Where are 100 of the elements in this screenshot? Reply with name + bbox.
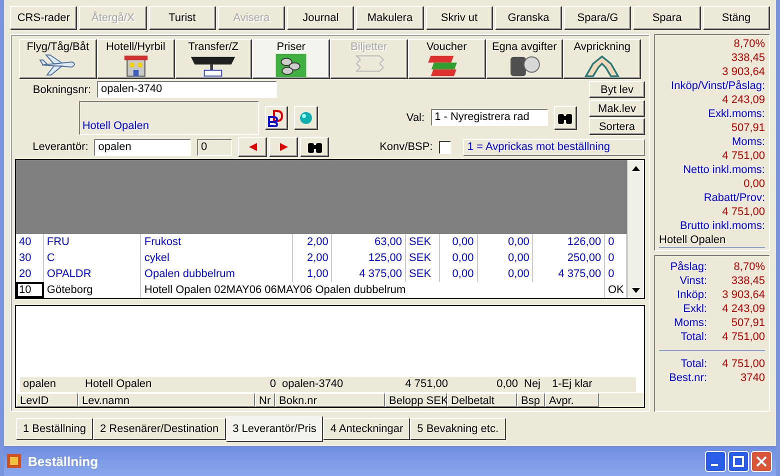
total-label: Brutto inkl.moms:: [680, 219, 765, 233]
tab[interactable]: 3 Leverantör/Pris: [226, 416, 324, 442]
table-cell: FRU: [44, 234, 142, 250]
toolbar-tab[interactable]: Egna avgifter: [486, 39, 564, 79]
window-title: Beställning: [28, 454, 100, 468]
checkbox[interactable]: [438, 140, 452, 154]
column-header[interactable]: Bokn.nr: [275, 393, 385, 407]
table-cell: Göteborg: [44, 282, 142, 298]
table-cell: 40: [16, 234, 44, 250]
dropdown-field[interactable]: 1 - Nyregistrera rad: [430, 109, 548, 126]
column-header[interactable]: Nr: [255, 393, 275, 407]
previous-button[interactable]: [238, 137, 268, 157]
order-value: 3740: [740, 371, 765, 385]
globe-button[interactable]: [294, 106, 318, 130]
order-label: Total:: [680, 357, 707, 371]
maximize-button[interactable]: [728, 450, 749, 472]
toolbar-tab[interactable]: Avprickning: [563, 39, 641, 79]
close-button[interactable]: [751, 450, 772, 472]
summary-label: Påslag:: [669, 260, 707, 274]
table-row[interactable]: 20 OPALDR Opalen dubbelrum 1,00 4 375,00 SEK 0,00 0,00 4 375,00 0: [16, 266, 627, 282]
table-cell: SEK: [406, 266, 440, 282]
table-cell-text: opalen-3740: [281, 377, 344, 392]
table-cell: 20: [16, 266, 44, 282]
column-header[interactable]: Lev.namn: [78, 393, 255, 407]
toolbar-button[interactable]: Spara/G: [564, 6, 632, 30]
side-button[interactable]: Mak.lev: [589, 100, 645, 117]
supplier-name: Hotell Opalen: [82, 120, 149, 132]
table-cell-text: 0,00: [496, 377, 519, 392]
total-value: 507,91: [731, 121, 765, 135]
total-label: Rabatt/Prov:: [704, 191, 765, 205]
toolbar-tab[interactable]: Hotell/Hyrbil: [96, 39, 174, 79]
toolbar-button[interactable]: Makulera: [356, 6, 424, 30]
table-cell: 0,00: [440, 250, 478, 266]
input-field[interactable]: opalen: [94, 138, 192, 156]
side-button[interactable]: Sortera: [589, 118, 645, 135]
binoculars-icon: [306, 140, 323, 154]
summary-label: Moms:: [673, 316, 707, 330]
table-cell: 250,00: [533, 250, 606, 266]
column-header[interactable]: Avpr.: [545, 393, 599, 407]
total-label: Netto inkl.moms:: [683, 163, 765, 177]
total-value: 4 751,00: [722, 149, 765, 163]
up-arrow-icon[interactable]: [632, 166, 640, 170]
column-header[interactable]: Belopp SEK: [385, 393, 447, 407]
maximize-icon: [733, 456, 744, 466]
toolbar-tab[interactable]: Voucher: [408, 39, 486, 79]
minimize-button[interactable]: [705, 450, 726, 472]
summary-value: 3 903,64: [721, 288, 765, 302]
toolbar-button[interactable]: Skriv ut: [426, 6, 493, 30]
globe-icon: [298, 110, 313, 124]
toolbar-button[interactable]: Journal: [287, 6, 354, 30]
toolbar-button[interactable]: Spara: [633, 6, 701, 30]
letters-icon-button[interactable]: [264, 106, 288, 130]
summary-row[interactable]: opalen Hotell Opalen 0 opalen-3740 4 751,00 0,00 Nej 1-Ej klar: [20, 377, 636, 392]
table-row[interactable]: 30 C cykel 2,00 125,00 SEK 0,00 0,00 250,00 0: [16, 250, 627, 266]
side-button[interactable]: Byt lev: [589, 81, 645, 98]
input-field[interactable]: opalen-3740: [97, 81, 277, 98]
left-arrow-icon: [248, 142, 258, 152]
table-cell-text: 0: [268, 377, 277, 392]
toolbar-button[interactable]: Granska: [494, 6, 562, 30]
summary-label: Vinst:: [678, 274, 707, 288]
tab[interactable]: 4 Anteckningar: [323, 418, 410, 440]
table-cell: Hotell Opalen 02MAY06 06MAY06 Opalen dubbelrum: [141, 282, 605, 298]
table-cell: 0,00: [478, 266, 534, 282]
airplane-icon: [38, 53, 78, 77]
table-cell: C: [44, 250, 142, 266]
toolbar-button[interactable]: Stäng: [702, 6, 770, 30]
tab[interactable]: 2 Resenärer/Destination: [93, 418, 226, 440]
tab[interactable]: 1 Beställning: [16, 418, 93, 440]
table-cell: 0,00: [478, 234, 534, 250]
table-row[interactable]: 40 FRU Frukost 2,00 63,00 SEK 0,00 0,00 126,00 0: [16, 234, 627, 250]
summary-value: 507,91: [730, 316, 765, 330]
column-header[interactable]: LevID: [16, 393, 78, 407]
total-label: Moms:: [732, 135, 765, 149]
table-cell: 1,00: [292, 266, 332, 282]
total-value: 338,45: [731, 51, 765, 65]
column-header[interactable]: Delbetalt: [447, 393, 517, 407]
column-header[interactable]: Bsp: [517, 393, 545, 407]
close-icon: [756, 456, 767, 466]
toolbar-tab[interactable]: Flyg/Tåg/Båt: [19, 39, 97, 79]
binoculars-button[interactable]: [300, 137, 330, 157]
toolbar-tab[interactable]: Priser: [252, 39, 330, 79]
binoculars-button[interactable]: [554, 106, 577, 130]
table-cell: Frukost: [141, 234, 293, 250]
next-button[interactable]: [269, 137, 298, 157]
scrollbar[interactable]: [627, 160, 644, 298]
table-cell: 0,00: [478, 250, 534, 266]
total-value: 0,00: [744, 177, 765, 191]
table-cell: OPALDR: [44, 266, 142, 282]
summary-label: Exkl:: [682, 302, 707, 316]
toolbar-tab[interactable]: Transfer/Z: [174, 39, 252, 79]
table-cell: 4 375,00: [533, 266, 606, 282]
table-cell: 2,00: [292, 250, 332, 266]
toolbar-button[interactable]: CRS-rader: [10, 6, 78, 30]
toolbar-button[interactable]: Turist: [148, 6, 216, 30]
table-cell: Opalen dubbelrum: [141, 266, 293, 282]
table-row[interactable]: 10 Göteborg Hotell Opalen 02MAY06 06MAY06 Opalen dubbelrum OK: [16, 282, 627, 298]
summary-value: 8,70%: [732, 260, 765, 274]
down-arrow-icon[interactable]: [632, 288, 640, 292]
table-cell: 4 375,00: [332, 266, 406, 282]
tab[interactable]: 5 Bevakning etc.: [410, 418, 506, 440]
